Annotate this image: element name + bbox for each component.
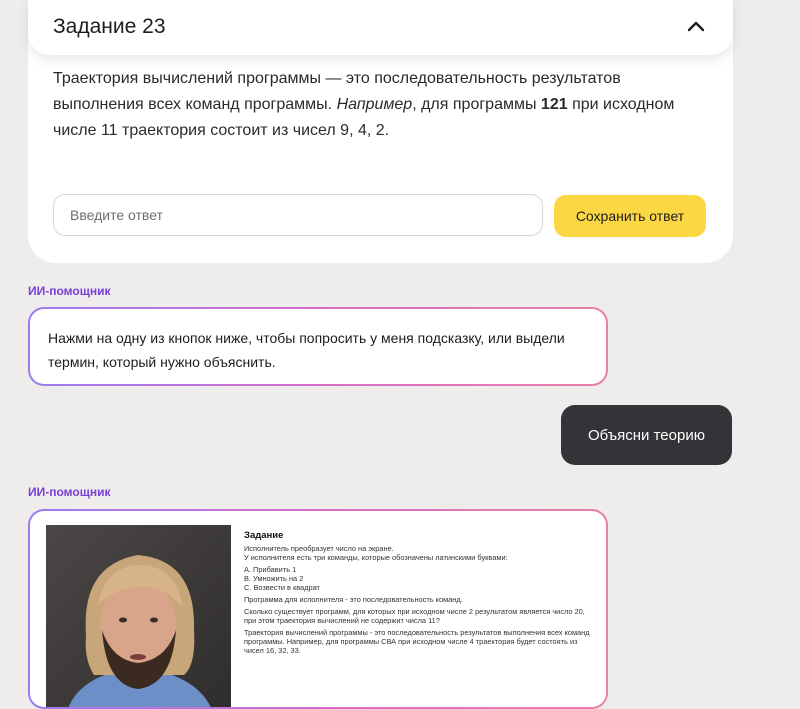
slide-line: Сколько существует программ, для которых… (244, 607, 585, 625)
slide-line: Траектория вычислений программы - это по… (244, 628, 590, 655)
slide-line: Программа для исполнителя - это последов… (244, 595, 463, 604)
slide-line: У исполнителя есть три команды, которые … (244, 553, 508, 562)
assistant-label: ИИ-помощник (28, 485, 111, 499)
video-slide: Задание Исполнитель преобразует число на… (244, 531, 594, 658)
slide-title: Задание (244, 530, 284, 541)
assistant-label: ИИ-помощник (28, 284, 111, 298)
slide-line: С. Возвести в квадрат (244, 583, 320, 592)
task-card: Траектория вычислений программы — это по… (28, 0, 733, 263)
task-text-italic: Например (336, 96, 413, 113)
assistant-message-text: Нажми на одну из кнопок ниже, чтобы попр… (48, 330, 565, 370)
presenter-video-thumbnail (46, 525, 231, 707)
assistant-message: Нажми на одну из кнопок ниже, чтобы попр… (28, 307, 608, 386)
video-message[interactable]: Задание Исполнитель преобразует число на… (28, 509, 608, 709)
slide-line: Исполнитель преобразует число на экране. (244, 544, 394, 553)
chevron-up-icon[interactable] (683, 13, 709, 39)
save-answer-button[interactable]: Сохранить ответ (554, 195, 706, 237)
video-player[interactable]: Задание Исполнитель преобразует число на… (46, 525, 606, 707)
task-title: Задание 23 (53, 15, 166, 38)
task-program-code: 121 (540, 96, 568, 113)
task-header[interactable]: Задание 23 (28, 0, 733, 55)
answer-input[interactable] (53, 194, 543, 236)
user-message-text: Объясни теорию (588, 426, 705, 444)
task-text: Траектория вычислений программы — это по… (53, 66, 693, 144)
task-text-part: , для программы (412, 96, 541, 113)
user-message: Объясни теорию (561, 405, 732, 465)
slide-line: В. Умножить на 2 (244, 574, 304, 583)
slide-line: А. Прибавить 1 (244, 565, 297, 574)
